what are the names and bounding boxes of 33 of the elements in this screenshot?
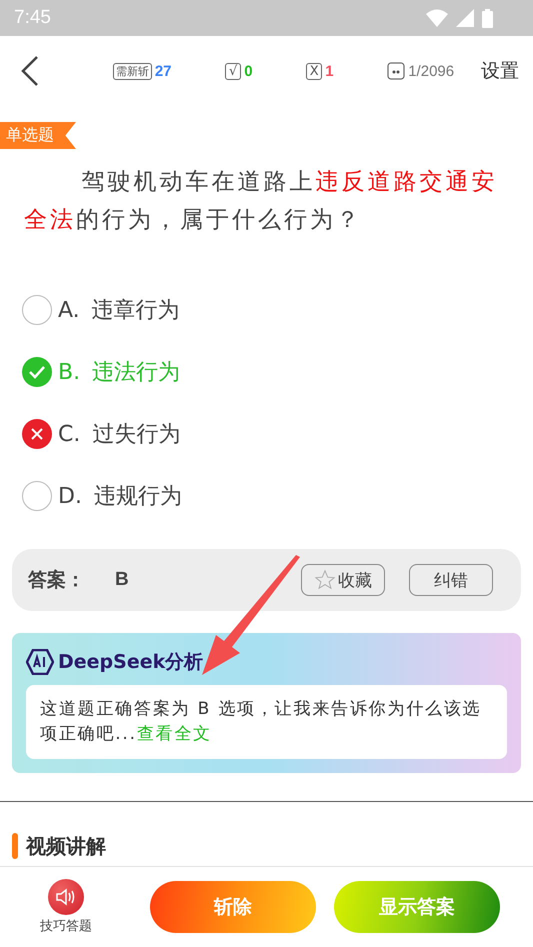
- battery-icon: [482, 8, 493, 28]
- ai-analysis-text: 这道题正确答案为 B 选项，让我来告诉你为什么该选项正确吧...查看全文: [26, 685, 507, 759]
- radio-circle: [22, 295, 52, 325]
- stat-count: 27: [154, 62, 172, 80]
- wifi-icon: [426, 9, 448, 27]
- question-text: 驾驶机动车在道路上违反道路交通安全法 的行为，属于什么行为？: [24, 168, 498, 235]
- answer-option[interactable]: C. 过失行为: [0, 403, 533, 465]
- stat-count: 0: [244, 62, 253, 80]
- stat-count: 1/2096: [408, 62, 454, 80]
- ai-icon: [26, 649, 54, 675]
- section-marker: [12, 833, 18, 859]
- tip-answer-button[interactable]: 技巧答题: [40, 879, 92, 935]
- answer-value: B: [115, 569, 129, 591]
- answer-option[interactable]: A. 违章行为: [0, 279, 533, 341]
- refresh-badge: 需新斩: [112, 62, 152, 80]
- speaker-icon: [55, 887, 77, 907]
- section-title: 视频讲解: [26, 832, 106, 860]
- ai-analysis-title: DeepSeek分析: [58, 650, 204, 675]
- tick-badge: √: [225, 62, 242, 80]
- answer-option[interactable]: D. 违规行为: [0, 465, 533, 527]
- radio-circle: [22, 481, 52, 511]
- answer-label: 答案：: [28, 568, 85, 593]
- stat-count: 1: [325, 62, 334, 80]
- favorite-button[interactable]: 收藏: [301, 564, 385, 596]
- signal-icon: [456, 9, 474, 27]
- cross-badge: X: [306, 62, 322, 80]
- card-icon: [387, 62, 406, 80]
- report-error-button[interactable]: 纠错: [409, 564, 493, 596]
- settings-button[interactable]: 设置: [481, 58, 519, 84]
- question-type-tag: 单选题: [0, 122, 76, 149]
- check-icon: [22, 357, 52, 387]
- cross-icon: [22, 419, 52, 449]
- chevron-left-icon: [20, 55, 40, 87]
